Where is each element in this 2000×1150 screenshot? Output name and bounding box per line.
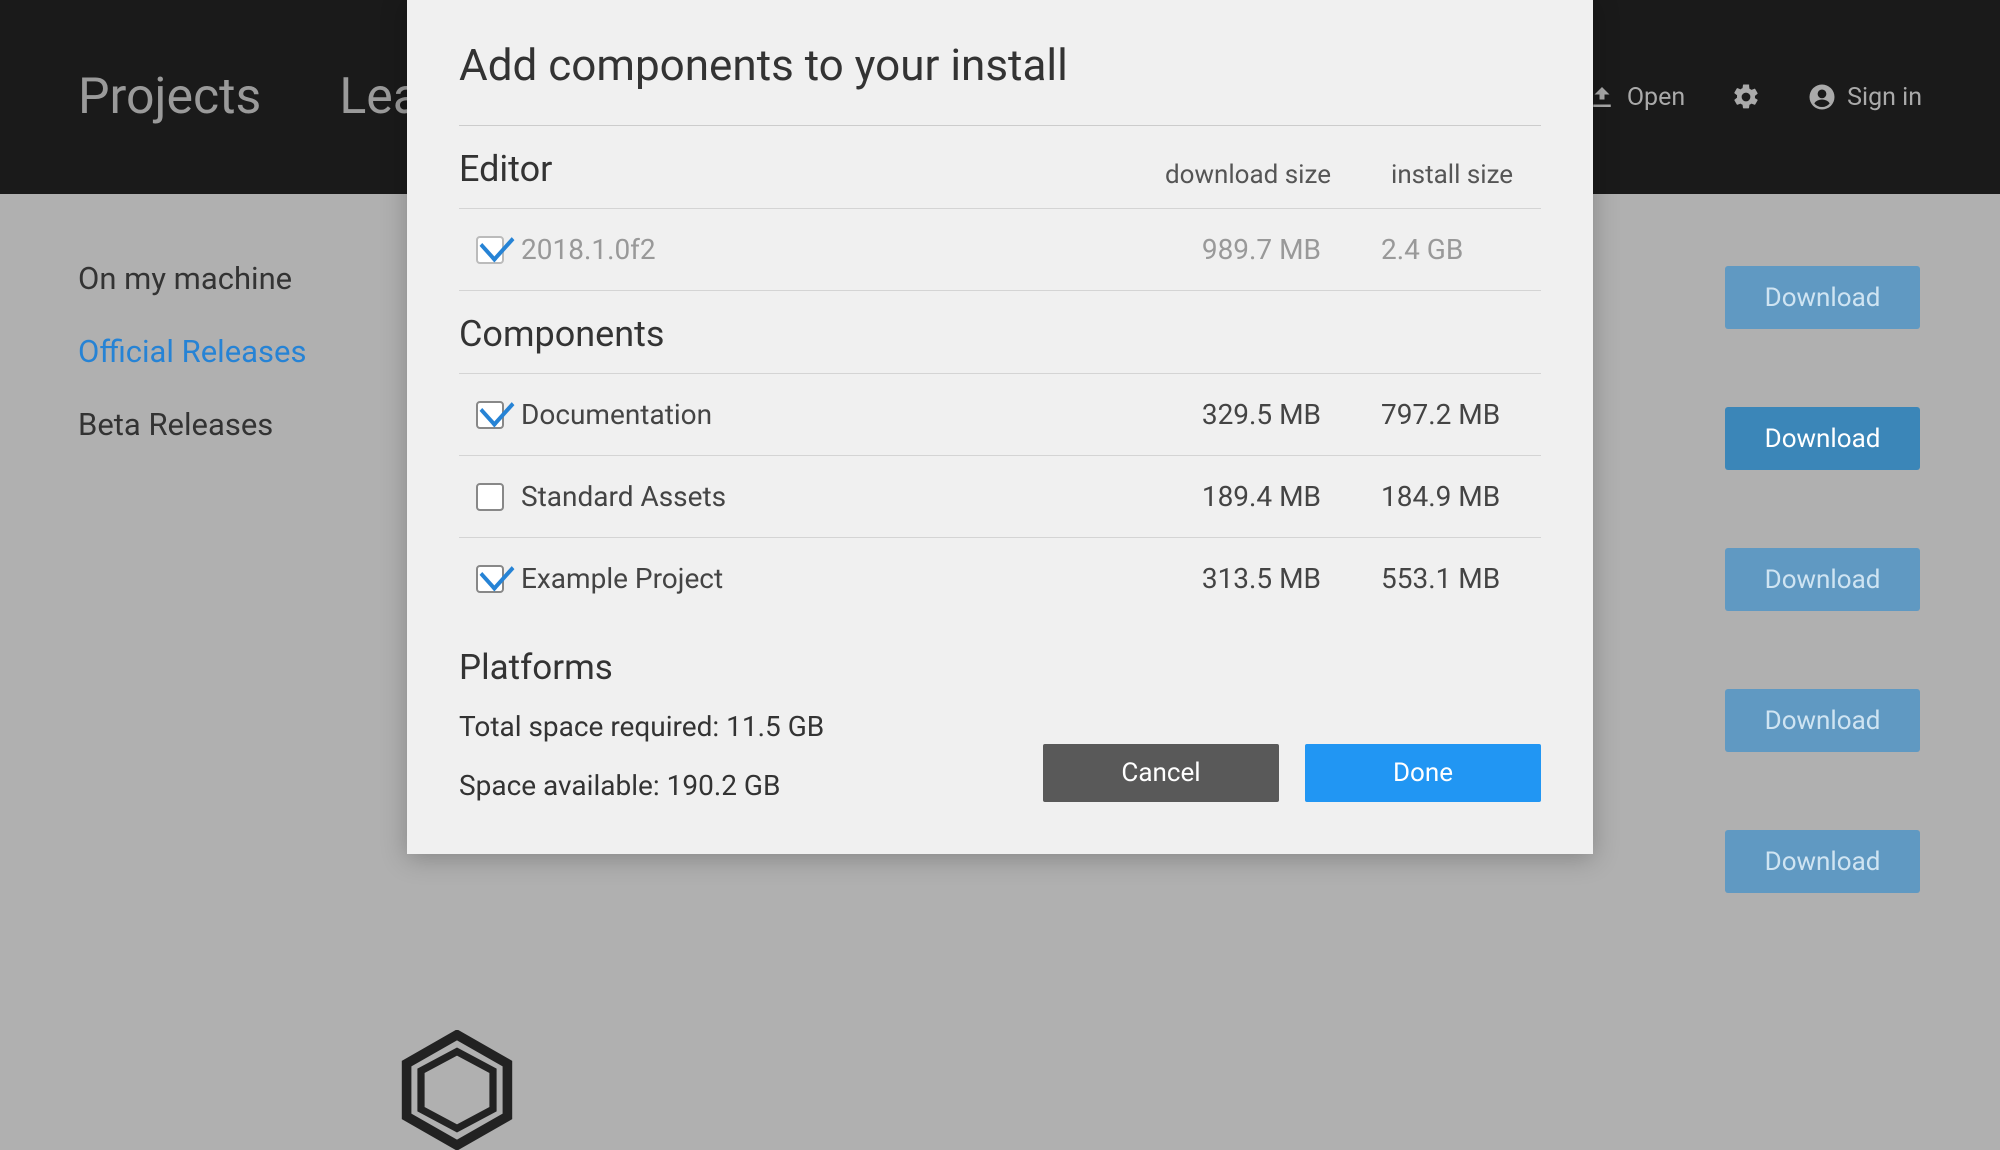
download-button[interactable]: Download: [1725, 689, 1920, 752]
download-button[interactable]: Download: [1725, 548, 1920, 611]
components-section-header: Components: [459, 291, 1541, 373]
download-button[interactable]: Download: [1725, 407, 1920, 470]
component-row-example-project[interactable]: Example Project 313.5 MB 553.1 MB: [459, 537, 1541, 619]
col-download-size: download size: [1131, 160, 1331, 190]
space-available: Space available: 190.2 GB: [459, 769, 824, 802]
space-info: Total space required: 11.5 GB Space avai…: [459, 710, 824, 802]
component-install-size: 553.1 MB: [1381, 562, 1531, 595]
cancel-button[interactable]: Cancel: [1043, 744, 1279, 802]
standard-assets-checkbox[interactable]: [476, 483, 504, 511]
documentation-checkbox[interactable]: [476, 401, 504, 429]
editor-row: 2018.1.0f2 989.7 MB 2.4 GB: [459, 208, 1541, 291]
topbar-actions: Open Sign in: [1587, 82, 1922, 112]
component-label: Standard Assets: [521, 480, 1121, 513]
component-download-size: 313.5 MB: [1121, 562, 1321, 595]
signin-label: Sign in: [1847, 83, 1922, 112]
component-install-size: 797.2 MB: [1381, 398, 1531, 431]
sidebar-item-official-releases[interactable]: Official Releases: [78, 333, 306, 370]
editor-checkbox: [476, 236, 504, 264]
tab-projects[interactable]: Projects: [78, 68, 261, 126]
platforms-section-title: Platforms: [459, 619, 1541, 688]
sidebar-item-beta-releases[interactable]: Beta Releases: [78, 406, 306, 443]
editor-install-size: 2.4 GB: [1381, 233, 1531, 266]
component-row-standard-assets[interactable]: Standard Assets 189.4 MB 184.9 MB: [459, 455, 1541, 537]
component-label: Documentation: [521, 398, 1121, 431]
editor-section-title: Editor: [459, 148, 552, 190]
settings-button[interactable]: [1731, 82, 1761, 112]
components-section-title: Components: [459, 313, 665, 355]
modal-title: Add components to your install: [459, 39, 1541, 91]
add-components-modal: Add components to your install Editor do…: [407, 0, 1593, 854]
component-install-size: 184.9 MB: [1381, 480, 1531, 513]
download-button[interactable]: Download: [1725, 830, 1920, 893]
download-buttons: Download Download Download Download Down…: [1725, 266, 1920, 893]
total-space-required: Total space required: 11.5 GB: [459, 710, 824, 743]
user-icon: [1807, 82, 1837, 112]
component-download-size: 329.5 MB: [1121, 398, 1321, 431]
gear-icon: [1731, 82, 1761, 112]
editor-section-header: Editor download size install size: [459, 126, 1541, 208]
sidebar: On my machine Official Releases Beta Rel…: [78, 260, 306, 443]
signin-button[interactable]: Sign in: [1807, 82, 1922, 112]
component-row-documentation[interactable]: Documentation 329.5 MB 797.2 MB: [459, 373, 1541, 455]
done-button[interactable]: Done: [1305, 744, 1541, 802]
component-download-size: 189.4 MB: [1121, 480, 1321, 513]
column-headers: download size install size: [1131, 160, 1541, 190]
modal-footer: Total space required: 11.5 GB Space avai…: [459, 702, 1541, 802]
editor-download-size: 989.7 MB: [1121, 233, 1321, 266]
component-label: Example Project: [521, 562, 1121, 595]
editor-version: 2018.1.0f2: [521, 233, 1121, 266]
unity-logo-icon: [397, 1030, 517, 1150]
col-install-size: install size: [1391, 160, 1541, 190]
open-label: Open: [1627, 83, 1685, 112]
example-project-checkbox[interactable]: [476, 565, 504, 593]
sidebar-item-on-my-machine[interactable]: On my machine: [78, 260, 306, 297]
open-button[interactable]: Open: [1587, 82, 1685, 112]
download-button[interactable]: Download: [1725, 266, 1920, 329]
button-row: Cancel Done: [1043, 744, 1541, 802]
